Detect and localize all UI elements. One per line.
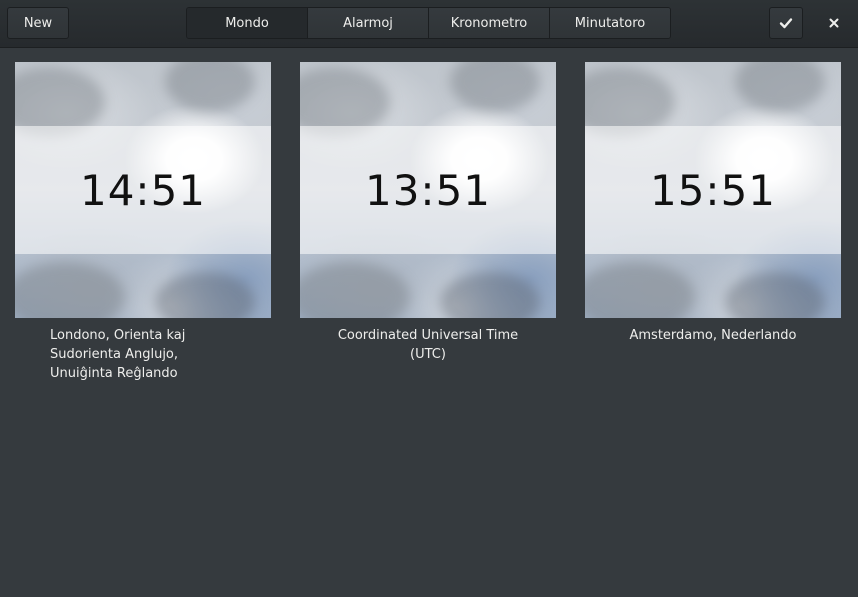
clock-location-label: Amsterdamo, Nederlando <box>629 328 797 343</box>
close-button[interactable] <box>817 7 851 39</box>
tab-world[interactable]: Mondo <box>187 8 308 38</box>
clock-time: 13:51 <box>364 165 492 215</box>
world-clock-card[interactable]: 14:51 Londono, Orienta kaj Sudorienta An… <box>15 62 271 383</box>
new-button[interactable]: New <box>7 7 69 39</box>
view-switcher: Mondo Alarmoj Kronometro Minutatoro <box>186 7 671 39</box>
world-clock-card[interactable]: 13:51 Coordinated Universal Time (UTC) <box>300 62 556 364</box>
clock-background-image: 13:51 <box>300 62 556 318</box>
clock-location-label: Coordinated Universal Time (UTC) <box>337 328 519 362</box>
header-bar: New Mondo Alarmoj Kronometro Minutatoro <box>0 0 858 48</box>
close-icon <box>829 18 839 28</box>
clock-background-image: 15:51 <box>585 62 841 318</box>
tab-alarms-label: Alarmoj <box>343 15 393 31</box>
world-clock-card[interactable]: 15:51 Amsterdamo, Nederlando <box>585 62 841 345</box>
clock-time: 14:51 <box>79 165 207 215</box>
select-button[interactable] <box>769 7 803 39</box>
tab-timer[interactable]: Minutatoro <box>550 8 670 38</box>
tab-world-label: Mondo <box>225 15 269 31</box>
new-button-label: New <box>23 15 53 31</box>
tab-stopwatch-label: Kronometro <box>450 15 528 31</box>
tab-alarms[interactable]: Alarmoj <box>308 8 429 38</box>
clock-background-image: 14:51 <box>15 62 271 318</box>
clock-location-label: Londono, Orienta kaj Sudorienta Anglujo,… <box>50 328 186 381</box>
tab-stopwatch[interactable]: Kronometro <box>429 8 550 38</box>
check-icon <box>779 18 793 29</box>
clocks-window: New Mondo Alarmoj Kronometro Minutatoro <box>0 0 858 597</box>
tab-timer-label: Minutatoro <box>574 15 646 31</box>
clock-time: 15:51 <box>649 165 777 215</box>
